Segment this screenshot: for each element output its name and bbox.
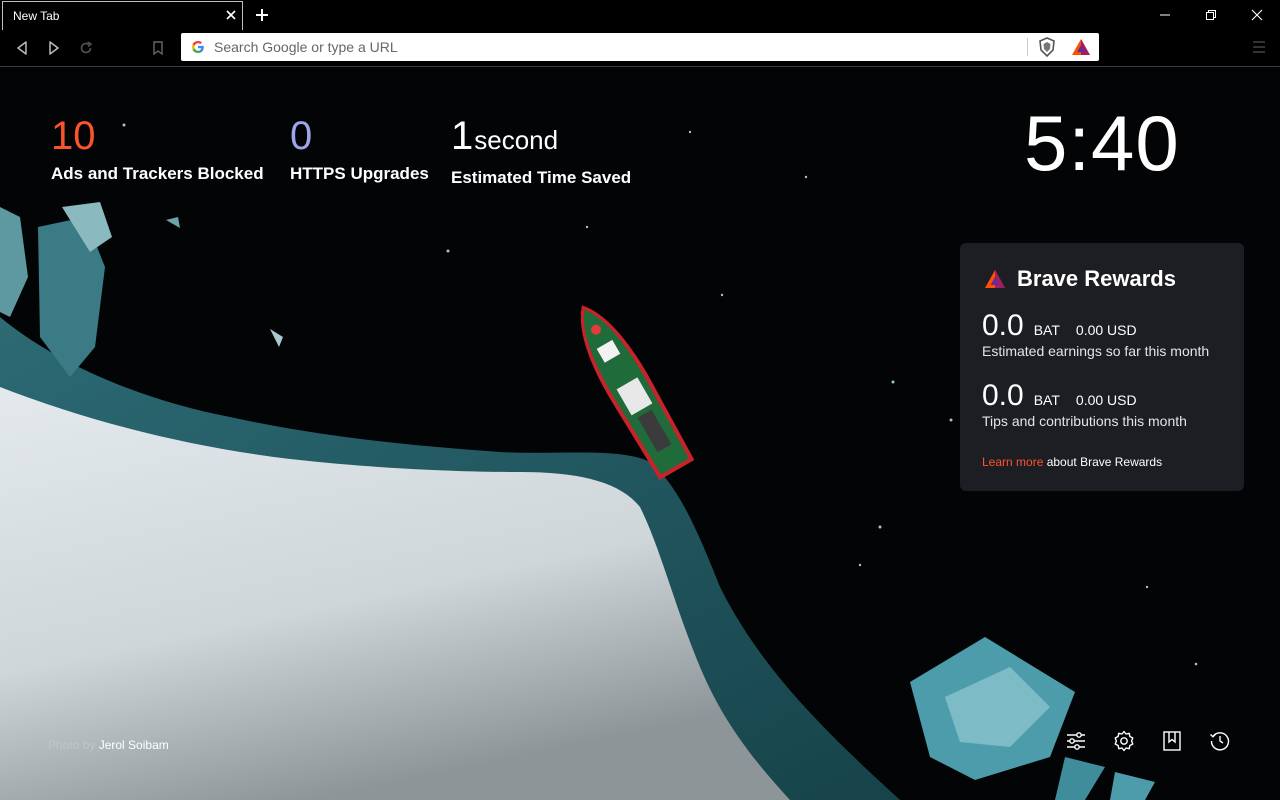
toolbar <box>0 30 1280 67</box>
stat-time-saved-value: 1 <box>451 114 474 158</box>
forward-icon <box>49 41 59 55</box>
reload-button[interactable] <box>76 38 96 58</box>
stat-https-upgrades: 0 HTTPS Upgrades <box>290 116 429 184</box>
restore-icon <box>1206 10 1216 20</box>
rewards-earnings-amount: 0.0 <box>982 309 1024 342</box>
photo-credit-prefix: Photo by <box>48 738 99 752</box>
history-icon <box>1210 732 1230 751</box>
back-icon <box>17 41 27 55</box>
brave-rewards-widget[interactable]: Brave Rewards 0.0 BAT 0.00 USD Estimated e… <box>960 243 1244 491</box>
rewards-title: Brave Rewards <box>1017 266 1176 291</box>
customize-button[interactable] <box>1064 729 1088 753</box>
rewards-earnings-currency: BAT <box>1033 322 1060 338</box>
settings-gear-icon <box>1114 730 1134 752</box>
tab-new-tab[interactable]: New Tab <box>2 1 243 30</box>
stat-ads-trackers-value: 10 <box>51 114 96 158</box>
close-icon[interactable] <box>224 8 238 22</box>
stat-time-saved-value-row: 1second <box>451 116 631 160</box>
rewards-earnings-usd: 0.00 USD <box>1075 322 1137 338</box>
stat-time-saved: 1second Estimated Time Saved <box>451 116 631 188</box>
stat-ads-trackers-label: Ads and Trackers Blocked <box>51 164 264 183</box>
forward-button[interactable] <box>44 38 64 58</box>
rewards-earnings-values: 0.0 BAT 0.00 USD <box>982 309 1209 343</box>
clock: 5:40 <box>1024 99 1180 187</box>
rewards-tips-usd: 0.00 USD <box>1075 392 1137 408</box>
rewards-learn-more: Learn more about Brave Rewards <box>982 455 1162 469</box>
bookmarks-icon <box>1163 731 1181 751</box>
hamburger-menu-icon[interactable] <box>1252 40 1266 54</box>
google-icon <box>192 41 204 53</box>
rewards-earnings-row: 0.0 BAT 0.00 USD Estimated earnings so far… <box>982 309 1209 359</box>
learn-more-suffix: about Brave Rewards <box>1043 455 1163 469</box>
bat-triangle-icon[interactable] <box>1071 38 1091 56</box>
photo-credit: Photo by Jerol Soibam <box>48 738 169 752</box>
restore-button[interactable] <box>1188 0 1234 30</box>
rewards-tips-amount: 0.0 <box>982 379 1024 412</box>
bookmark-icon <box>153 41 163 55</box>
rewards-tips-row: 0.0 BAT 0.00 USD Tips and contributions th… <box>982 379 1187 429</box>
reload-icon <box>80 41 93 54</box>
bookmarks-button[interactable] <box>1160 729 1184 753</box>
omnibox-input[interactable] <box>214 37 994 57</box>
minimize-button[interactable] <box>1142 0 1188 30</box>
stat-time-saved-label: Estimated Time Saved <box>451 168 632 187</box>
plus-icon[interactable] <box>254 7 270 23</box>
history-button[interactable] <box>1208 729 1232 753</box>
stat-time-saved-unit: second <box>474 125 559 155</box>
rewards-earnings-desc: Estimated earnings so far this month <box>982 343 1210 359</box>
title-bar: New Tab <box>0 0 1280 30</box>
omnibox-divider <box>1027 38 1028 56</box>
bookmark-button[interactable] <box>148 38 168 58</box>
stat-https-upgrades-value: 0 <box>290 114 313 158</box>
minimize-icon <box>1160 14 1170 16</box>
omnibox[interactable] <box>181 33 1099 61</box>
bat-triangle-icon <box>985 270 1005 288</box>
rewards-tips-values: 0.0 BAT 0.00 USD <box>982 379 1187 413</box>
rewards-tips-desc: Tips and contributions this month <box>982 413 1187 429</box>
customize-sliders-icon <box>1067 732 1085 750</box>
tab-title: New Tab <box>13 9 60 23</box>
back-button[interactable] <box>12 38 32 58</box>
photo-credit-author[interactable]: Jerol Soibam <box>99 738 169 752</box>
brave-shield-icon[interactable] <box>1038 37 1056 57</box>
stat-https-upgrades-label: HTTPS Upgrades <box>290 164 429 183</box>
stat-ads-trackers: 10 Ads and Trackers Blocked <box>51 116 264 184</box>
close-icon <box>1251 9 1263 21</box>
rewards-tips-currency: BAT <box>1033 392 1060 408</box>
learn-more-link[interactable]: Learn more <box>982 455 1043 469</box>
settings-button[interactable] <box>1112 729 1136 753</box>
close-window-button[interactable] <box>1234 0 1280 30</box>
